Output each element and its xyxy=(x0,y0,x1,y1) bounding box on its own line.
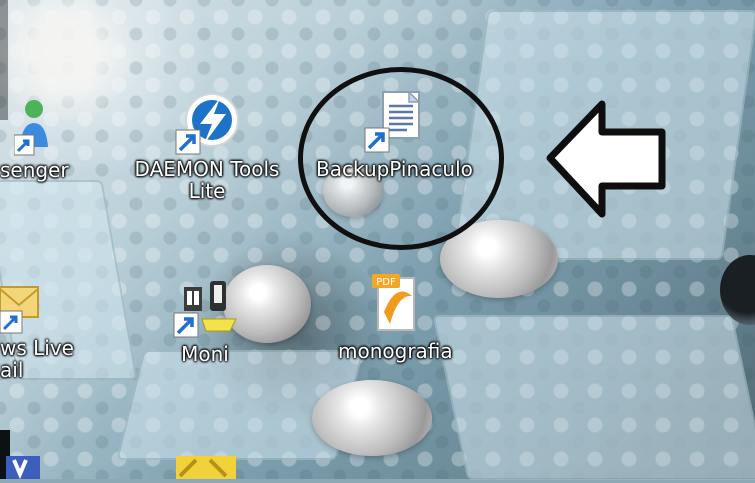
pdf-badge: PDF xyxy=(377,277,397,288)
pdf-file-icon: PDF xyxy=(362,272,428,338)
moni-icon xyxy=(172,275,238,341)
wallpaper-solder-ball xyxy=(312,380,432,456)
desktop-icon-partial-bottom[interactable] xyxy=(170,450,242,479)
desktop-icon-label: DAEMON Tools Lite xyxy=(134,157,280,203)
desktop-icon-label: ws Live ail xyxy=(0,336,74,382)
partial-program-icon xyxy=(0,452,42,480)
desktop-icon-label: senger xyxy=(0,158,69,182)
windows-live-mail-icon xyxy=(0,283,46,335)
desktop-icon-moni[interactable]: Moni xyxy=(172,275,238,365)
desktop-icon-monografia[interactable]: PDF monografia xyxy=(338,272,453,362)
annotation-arrow xyxy=(546,100,666,218)
desktop-icon-label: monografia xyxy=(338,339,453,363)
daemon-tools-icon xyxy=(174,90,240,156)
messenger-icon xyxy=(13,95,54,161)
desktop-icon-daemon-tools[interactable]: DAEMON Tools Lite xyxy=(122,90,292,202)
wallpaper-trace xyxy=(432,315,755,480)
desktop-icon-messenger[interactable]: senger xyxy=(0,95,69,181)
partial-program-icon xyxy=(170,450,242,479)
annotation-circle xyxy=(298,67,504,250)
desktop-icon-label: Moni xyxy=(181,342,229,366)
desktop-icon-partial-bottom-left[interactable] xyxy=(0,452,42,480)
desktop-icon-windows-live-mail[interactable]: ws Live ail xyxy=(0,283,95,381)
